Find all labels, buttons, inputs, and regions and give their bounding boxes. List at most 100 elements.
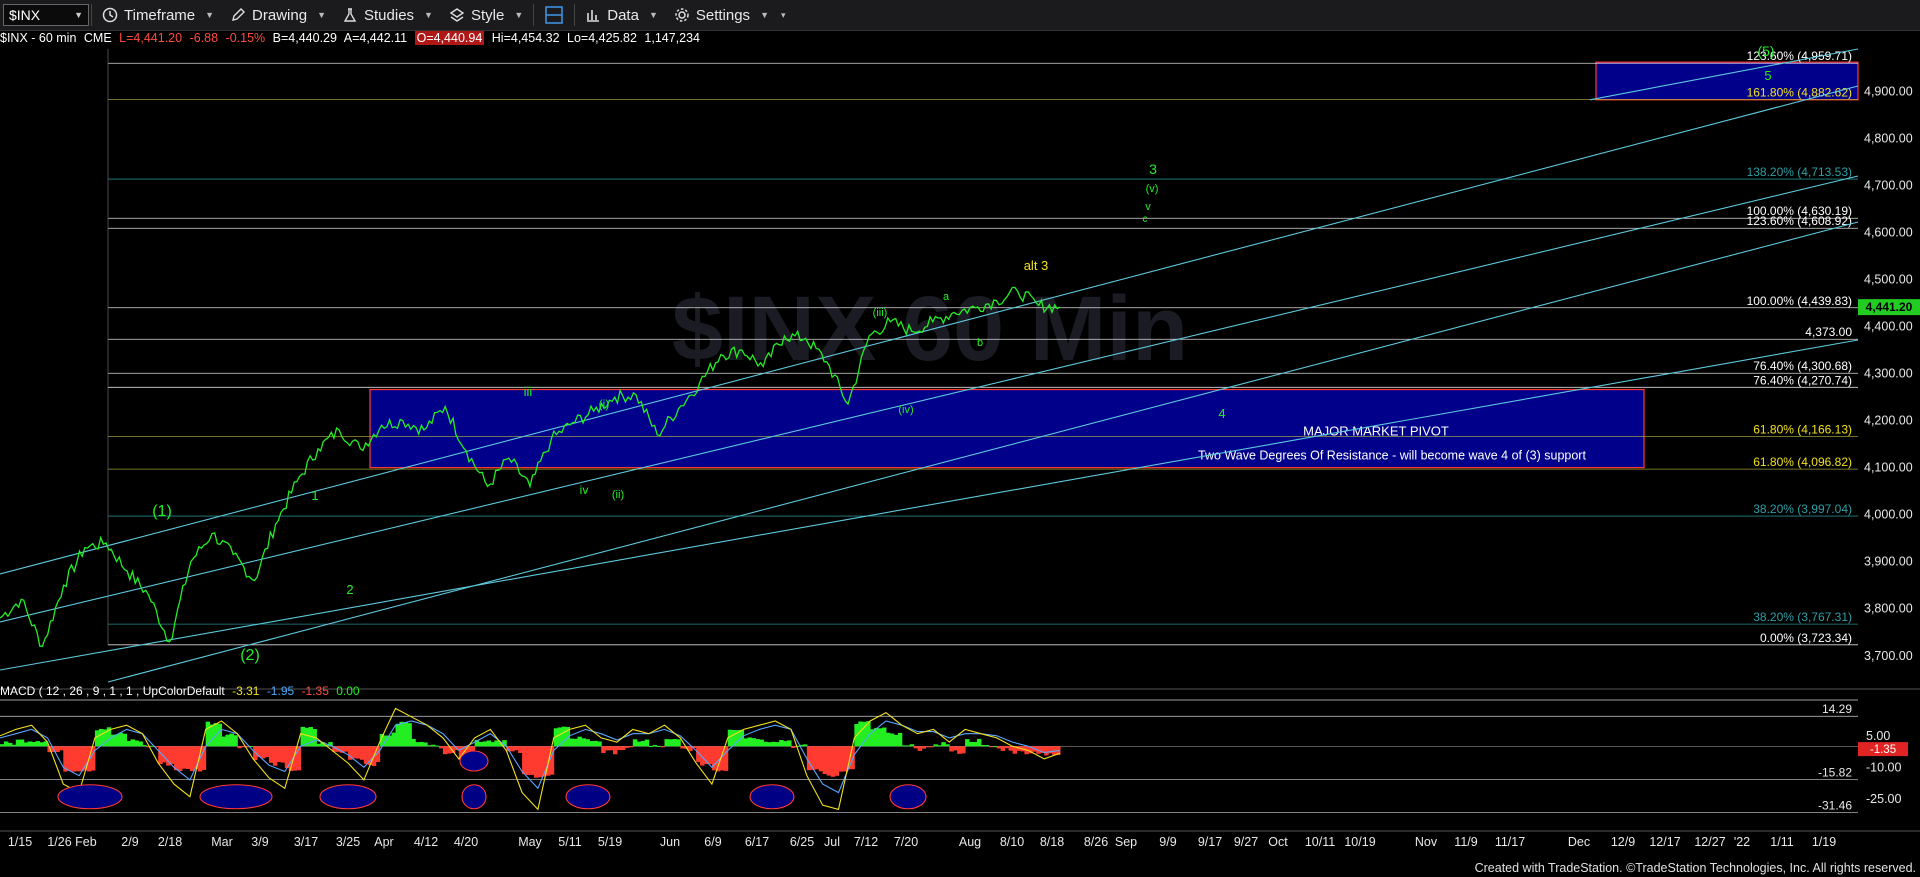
macd-histogram-bar xyxy=(482,741,487,747)
macd-histogram-bar xyxy=(59,746,64,751)
symbol-input[interactable]: $INX ▼ xyxy=(3,4,89,26)
macd-histogram-bar xyxy=(961,746,966,754)
time-axis-tick: 3/25 xyxy=(336,835,360,849)
macd-histogram-bar xyxy=(19,739,25,747)
wave-label: (2) xyxy=(240,647,260,664)
time-axis-tick: Aug xyxy=(959,835,981,849)
dropdown-arrow-icon[interactable]: ▼ xyxy=(74,10,83,20)
fib-level-label: 76.40% (4,270.74) xyxy=(1753,373,1852,387)
macd-histogram-bar xyxy=(419,741,424,747)
data-label: Data xyxy=(607,6,639,24)
macd-histogram-bar xyxy=(316,743,321,747)
macd-histogram-bar xyxy=(806,746,812,771)
macd-histogram-bar xyxy=(672,738,677,747)
macd-histogram-bar xyxy=(585,739,590,747)
macd-histogram-bar xyxy=(842,746,847,772)
macd-histogram-bar xyxy=(79,746,84,772)
macd-histogram-bar xyxy=(209,724,215,747)
macd-histogram-bar xyxy=(976,738,982,747)
macd-histogram-bar xyxy=(933,744,938,747)
macd-histogram-bar xyxy=(352,746,357,759)
open-price: O=4,440.94 xyxy=(414,31,485,45)
macd-histogram-bar xyxy=(767,742,772,747)
macd-histogram-bar xyxy=(988,746,994,748)
drawing-menu[interactable]: Drawing ▼ xyxy=(222,0,334,30)
macd-histogram-bar xyxy=(775,742,780,747)
macd-histogram-bar xyxy=(921,746,927,749)
wave-label: (i) xyxy=(599,397,610,411)
studies-label: Studies xyxy=(364,6,415,24)
wave-label: (iv) xyxy=(898,404,913,416)
split-panes-icon xyxy=(544,5,564,25)
time-axis-tick: 7/12 xyxy=(854,835,878,849)
macd-histogram-bar xyxy=(494,740,499,747)
macd-histogram-bar xyxy=(15,739,21,747)
macd-histogram-bar xyxy=(632,739,638,747)
macd-histogram-bar xyxy=(664,739,669,747)
macd-histogram-bar xyxy=(901,745,907,747)
macd-histogram-bar xyxy=(1044,746,1049,756)
time-axis-tick: 12/27 xyxy=(1694,835,1725,849)
fib-level-label: 61.80% (4,166.13) xyxy=(1753,423,1852,437)
macd-histogram-bar xyxy=(537,746,543,778)
bars-icon xyxy=(585,7,601,23)
studies-menu[interactable]: Studies ▼ xyxy=(334,0,441,30)
macd-histogram-bar xyxy=(814,746,820,770)
macd-histogram-bar xyxy=(1000,746,1006,751)
macd-histogram-bar xyxy=(581,738,586,747)
macd-histogram-bar xyxy=(355,746,361,759)
layout-button[interactable] xyxy=(536,0,572,30)
time-axis-tick: 9/9 xyxy=(1159,835,1176,849)
macd-histogram-bar xyxy=(965,739,970,747)
time-axis-tick: 3/9 xyxy=(251,835,268,849)
price-axis-tick: 3,700.00 xyxy=(1864,649,1913,663)
macd-histogram-bar xyxy=(996,746,1002,749)
timeframe-label: Timeframe xyxy=(124,6,196,24)
price-axis-tick: 4,900.00 xyxy=(1864,84,1913,98)
macd-histogram-bar xyxy=(67,746,72,771)
fib-level-label: 4,373.00 xyxy=(1805,325,1852,339)
macd-histogram-bar xyxy=(913,746,919,749)
macd-histogram-bar xyxy=(925,746,930,748)
macd-histogram-bar xyxy=(272,746,278,766)
oversold-ellipse xyxy=(57,784,123,810)
drawing-label: Drawing xyxy=(252,6,308,24)
macd-histogram-bar xyxy=(174,746,179,771)
macd-histogram-bar xyxy=(134,740,139,747)
style-menu[interactable]: Style ▼ xyxy=(441,0,531,30)
price-axis-tick: 3,800.00 xyxy=(1864,602,1913,616)
chevron-down-icon: ▼ xyxy=(205,10,215,20)
pencil-icon xyxy=(230,7,246,23)
macd-histogram-bar xyxy=(533,746,539,778)
wave-label: v xyxy=(1145,201,1151,213)
settings-menu[interactable]: Settings ▼ ▾ xyxy=(666,0,794,30)
wave-label: c xyxy=(1143,214,1148,225)
gear-icon xyxy=(674,7,690,23)
data-menu[interactable]: Data ▼ xyxy=(577,0,666,30)
macd-histogram-bar xyxy=(276,746,282,762)
price-chart[interactable]: $INX 60 MinMAJOR MARKET PIVOTTwo Wave De… xyxy=(0,0,1920,877)
macd-histogram-bar xyxy=(130,739,135,747)
time-axis-tick: Nov xyxy=(1415,835,1438,849)
macd-histogram-bar xyxy=(280,746,286,763)
time-axis-tick: 5/11 xyxy=(558,835,581,849)
macd-histogram-bar xyxy=(787,740,792,747)
macd-histogram-bar xyxy=(620,746,626,751)
macd-histogram-bar xyxy=(609,746,614,751)
macd-histogram-bar xyxy=(114,734,120,747)
macd-histogram-bar xyxy=(75,746,80,772)
macd-histogram-bar xyxy=(1004,746,1010,749)
style-label: Style xyxy=(470,6,505,24)
macd-histogram-bar xyxy=(992,746,998,748)
more-options-icon[interactable]: ▾ xyxy=(781,10,786,21)
timeframe-menu[interactable]: Timeframe ▼ xyxy=(94,0,222,30)
macd-histogram-bar xyxy=(39,742,45,747)
macd-histogram-bar xyxy=(363,746,369,764)
wave-label: (1) xyxy=(152,503,172,520)
macd-title: MACD ( 12 , 26 , 9 , 1 , 1 , UpColorDefa… xyxy=(0,684,225,698)
macd-histogram-bar xyxy=(510,746,515,752)
clock-icon xyxy=(102,7,118,23)
time-axis-tick: 4/12 xyxy=(414,835,438,849)
fib-level-label: 161.80% (4,882.62) xyxy=(1747,86,1852,100)
macd-histogram-bar xyxy=(411,738,416,747)
